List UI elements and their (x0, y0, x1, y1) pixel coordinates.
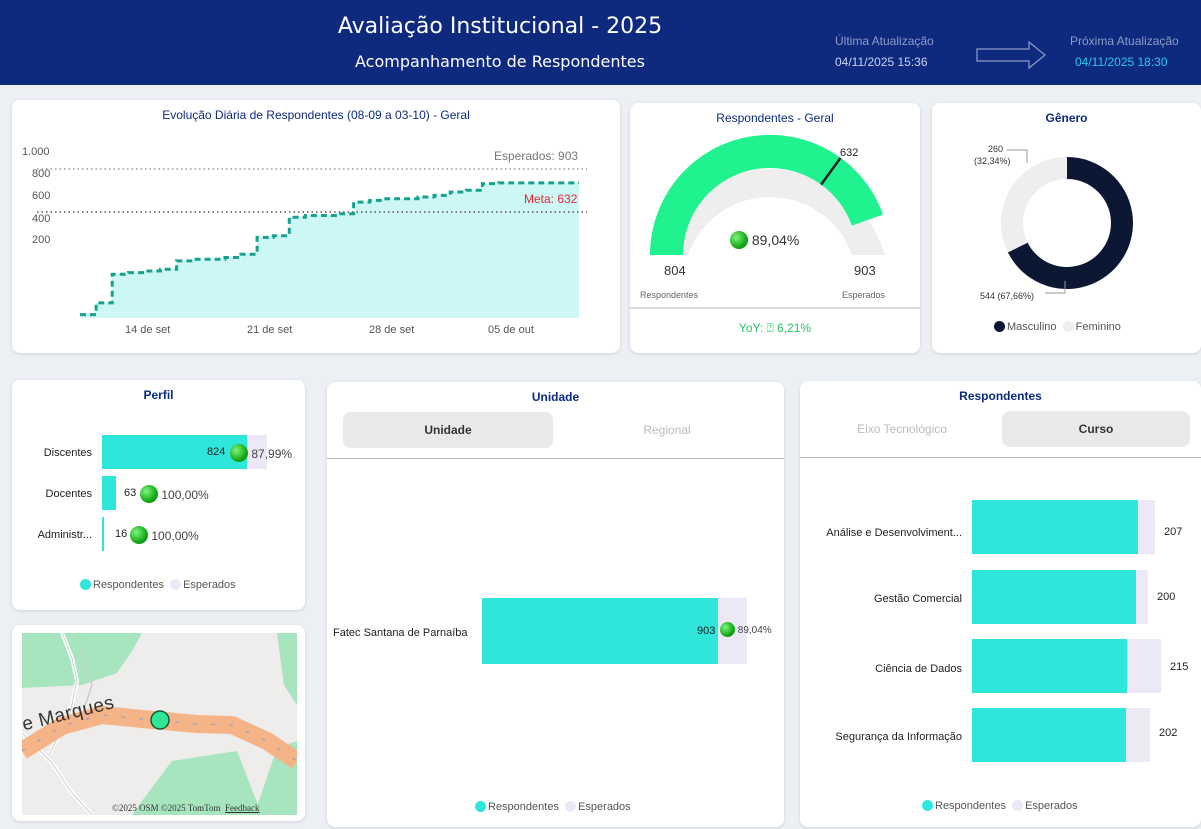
daily-chart-svg[interactable] (12, 100, 620, 353)
divider (800, 457, 1201, 458)
daily-evolution-card: Evolução Diária de Respondentes (08-09 a… (12, 100, 620, 353)
perfil-bar[interactable] (102, 517, 104, 551)
perfil-pct: 100,00% (130, 526, 199, 544)
respondentes-title: Respondentes (959, 389, 1042, 403)
map-attribution: ©2025 OSM ©2025 TomTom Feedback (112, 803, 260, 813)
perfil-pct: 87,99% (230, 444, 292, 462)
respondentes-legend: Respondentes Esperados (922, 800, 1078, 812)
course-row-label: Ciência de Dados (875, 663, 962, 675)
gauge-left-value: 804 (664, 263, 686, 278)
daily-area (80, 182, 579, 318)
feminino-value: 260 (988, 144, 1004, 154)
perfil-row-label: Discentes (43, 447, 92, 459)
gauge-right-value: 903 (854, 263, 876, 278)
x-tick: 14 de set (125, 324, 171, 336)
course-row-label: Gestão Comercial (873, 593, 962, 605)
x-tick: 05 de out (488, 324, 534, 336)
masculino-label: 544 (67,66%) (980, 291, 1035, 301)
course-value: 202 (1159, 727, 1178, 739)
course-row-label: Segurança da Informação (835, 731, 962, 743)
tab-eixo-tecnologico[interactable]: Eixo Tecnológico (808, 411, 996, 447)
unidade-pct: 89,04% (720, 622, 772, 637)
legend-masculino-icon (994, 321, 1005, 332)
perfil-card: Perfil Discentes 824 87,99% Docentes 63 … (12, 380, 305, 610)
gauge-right-label: Esperados (842, 290, 886, 300)
unidade-value: 903 (697, 625, 716, 637)
legend-esperados-icon (565, 801, 577, 812)
tab-regional[interactable]: Regional (567, 412, 767, 448)
gauge-target-value: 632 (840, 147, 859, 159)
course-bar[interactable] (972, 639, 1127, 693)
feminino-percent: (32,34%) (974, 156, 1011, 166)
gauge-card: Respondentes - Geral 632 89,04% 804 903 … (630, 103, 920, 353)
next-update-label: Próxima Atualização (1070, 34, 1179, 48)
gender-donut-svg[interactable] (932, 103, 1201, 353)
arrow-right-icon (976, 40, 1046, 70)
legend-respondentes-icon (475, 801, 486, 812)
perfil-bar[interactable] (102, 476, 116, 510)
last-update-label: Última Atualização (835, 34, 934, 48)
legend-esperados-icon (170, 579, 182, 590)
unidade-card: Unidade Unidade Regional Fatec Santana d… (327, 382, 784, 827)
map-feedback-link[interactable]: Feedback (225, 803, 259, 813)
perfil-row-label: Administr... (37, 529, 92, 541)
gauge-svg[interactable] (630, 103, 920, 353)
legend-feminino-icon (1062, 321, 1074, 332)
legend-respondentes-icon (80, 579, 91, 590)
y-tick: 200 (32, 234, 51, 246)
perfil-value: 16 (115, 528, 128, 540)
tab-curso[interactable]: Curso (1002, 411, 1190, 447)
tab-unidade[interactable]: Unidade (343, 412, 553, 448)
perfil-pct: 100,00% (140, 485, 209, 503)
status-indicator-icon (140, 485, 158, 503)
x-tick: 28 de set (369, 324, 415, 336)
page-subtitle: Acompanhamento de Respondentes (355, 52, 645, 71)
expected-label: Esperados: 903 (494, 149, 579, 163)
unidade-title: Unidade (531, 390, 580, 404)
gauge-percent: 89,04% (730, 231, 799, 249)
page-title: Avaliação Institucional - 2025 (337, 14, 663, 39)
perfil-title: Perfil (143, 388, 174, 402)
status-indicator-icon (230, 444, 248, 462)
course-bar[interactable] (972, 708, 1126, 762)
meta-label: Meta: 632 (524, 192, 578, 206)
yoy-indicator: YoY: ⍰ 6,21% (738, 321, 812, 335)
unidade-legend: Respondentes Esperados (475, 801, 631, 813)
gender-card: Gênero 260 (32,34%) 544 (67,66%) Masculi… (932, 103, 1201, 353)
header-bar: Avaliação Institucional - 2025 Acompanha… (0, 0, 1201, 85)
x-tick: 21 de set (247, 324, 293, 336)
course-row-label: Análise e Desenvolviment... (826, 527, 962, 539)
y-tick: 1.000 (22, 146, 50, 158)
perfil-value: 824 (207, 446, 226, 458)
map-location-marker (150, 710, 170, 730)
unidade-bar[interactable] (482, 598, 718, 664)
course-bar[interactable] (972, 570, 1136, 624)
last-update-value: 04/11/2025 15:36 (835, 55, 928, 69)
y-tick: 400 (32, 213, 51, 225)
course-value: 200 (1157, 591, 1176, 603)
course-value: 207 (1164, 526, 1183, 538)
status-indicator-icon (720, 622, 735, 637)
gender-legend: Masculino Feminino (994, 321, 1121, 333)
gauge-left-label: Respondentes (640, 290, 699, 300)
legend-respondentes-icon (922, 800, 933, 811)
divider (327, 458, 784, 459)
legend-esperados-icon (1012, 800, 1024, 811)
unidade-row-label: Fatec Santana de Parnaíba (333, 627, 468, 639)
map-card: e Marques ©2025 OSM ©2025 TomTom Feedbac… (12, 625, 305, 821)
respondentes-card: Respondentes Eixo Tecnológico Curso Anál… (800, 381, 1201, 827)
perfil-legend: Respondentes Esperados (80, 579, 236, 591)
y-tick: 600 (32, 190, 51, 202)
next-update-value: 04/11/2025 18:30 (1075, 55, 1168, 69)
perfil-value: 63 (124, 487, 137, 499)
course-bar[interactable] (972, 500, 1138, 554)
status-indicator-icon (130, 526, 148, 544)
course-value: 215 (1170, 661, 1189, 673)
donut-slice-feminino[interactable] (1000, 157, 1067, 253)
y-tick: 800 (32, 168, 51, 180)
perfil-row-label: Docentes (45, 488, 92, 500)
status-indicator-icon (730, 231, 748, 249)
